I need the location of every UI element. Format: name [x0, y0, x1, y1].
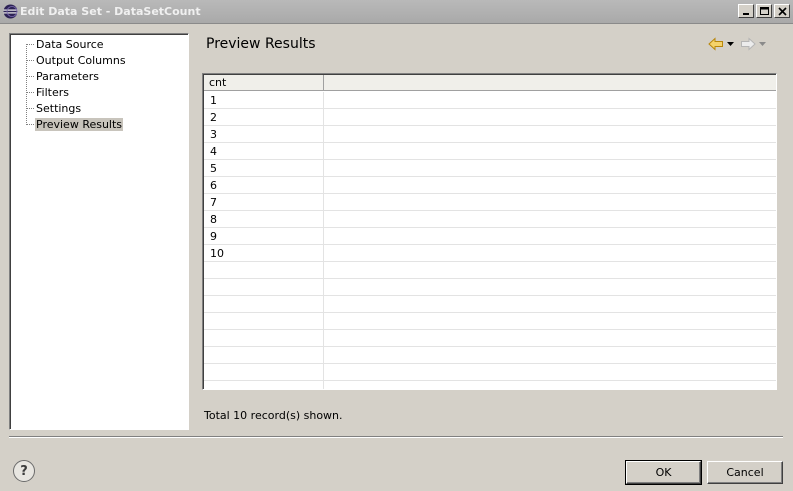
- tree-item-preview-results[interactable]: Preview Results: [26, 116, 124, 132]
- cell-cnt: 9: [204, 228, 324, 245]
- table-row[interactable]: [204, 330, 776, 347]
- table-row[interactable]: 3: [204, 126, 776, 143]
- close-button[interactable]: [774, 4, 790, 18]
- page-title: Preview Results: [206, 36, 316, 52]
- table-row[interactable]: 7: [204, 194, 776, 211]
- cell-cnt: [204, 364, 324, 381]
- table-row[interactable]: [204, 347, 776, 364]
- cancel-button[interactable]: Cancel: [707, 461, 783, 484]
- tree-item-label: Parameters: [36, 69, 99, 83]
- tree-item-label: Output Columns: [36, 53, 126, 67]
- tree-item-label: Filters: [36, 85, 69, 99]
- maximize-button[interactable]: [756, 4, 772, 18]
- back-dropdown-icon[interactable]: [726, 40, 734, 48]
- table-row[interactable]: [204, 296, 776, 313]
- cell-cnt: [204, 279, 324, 296]
- tree-item-settings[interactable]: Settings: [26, 100, 82, 116]
- table-row[interactable]: 4: [204, 143, 776, 160]
- help-icon: ?: [20, 463, 28, 479]
- tree-item-label: Data Source: [36, 37, 104, 51]
- column-header-cnt[interactable]: cnt: [204, 75, 324, 91]
- table-row[interactable]: 8: [204, 211, 776, 228]
- cell-cnt: [204, 347, 324, 364]
- table-row[interactable]: 1: [204, 92, 776, 109]
- cell-cnt: 3: [204, 126, 324, 143]
- record-count-status: Total 10 record(s) shown.: [204, 409, 343, 422]
- close-icon: [778, 7, 787, 16]
- tree-item-filters[interactable]: Filters: [26, 84, 70, 100]
- minimize-button[interactable]: [738, 4, 754, 18]
- page-navigation: [708, 36, 766, 52]
- tree-item-output-columns[interactable]: Output Columns: [26, 52, 127, 68]
- window-controls: [738, 4, 790, 18]
- table-row[interactable]: 9: [204, 228, 776, 245]
- forward-dropdown-icon: [758, 40, 766, 48]
- table-body: 1 2 3 4 5 6 7 8 9 10: [204, 92, 776, 389]
- cell-cnt: [204, 330, 324, 347]
- ok-button[interactable]: OK: [625, 460, 702, 485]
- maximize-icon: [760, 7, 769, 15]
- tree-branch-line: [26, 75, 34, 77]
- forward-arrow-icon: [741, 37, 756, 51]
- minimize-icon: [743, 13, 749, 15]
- tree-item-parameters[interactable]: Parameters: [26, 68, 100, 84]
- tree-branch-line: [26, 91, 34, 93]
- cell-cnt: 6: [204, 177, 324, 194]
- back-arrow-icon[interactable]: [708, 37, 724, 51]
- cell-cnt: 10: [204, 245, 324, 262]
- navigation-tree: Data Source Output Columns Parameters Fi…: [9, 33, 189, 430]
- table-row[interactable]: 10: [204, 245, 776, 262]
- tree-branch-line: [26, 107, 34, 109]
- cell-cnt: 1: [204, 92, 324, 109]
- dialog-separator: [9, 436, 783, 438]
- tree-item-label: Preview Results: [35, 117, 124, 131]
- table-row[interactable]: [204, 262, 776, 279]
- table-row[interactable]: [204, 313, 776, 330]
- tree-branch-line: [26, 43, 34, 45]
- cell-cnt: [204, 262, 324, 279]
- eclipse-icon: [3, 4, 18, 19]
- tree-branch-line: [26, 123, 34, 125]
- table-row[interactable]: 5: [204, 160, 776, 177]
- table-row[interactable]: [204, 381, 776, 389]
- help-button[interactable]: ?: [13, 460, 35, 482]
- cell-cnt: [204, 381, 324, 389]
- tree-item-data-source[interactable]: Data Source: [26, 36, 105, 52]
- results-table[interactable]: cnt 1 2 3 4 5 6 7 8 9 10: [202, 73, 777, 390]
- cell-cnt: 7: [204, 194, 324, 211]
- cell-cnt: [204, 313, 324, 330]
- table-row[interactable]: [204, 279, 776, 296]
- title-bar: Edit Data Set - DataSetCount: [0, 0, 793, 24]
- cell-cnt: 8: [204, 211, 324, 228]
- table-row[interactable]: 2: [204, 109, 776, 126]
- table-row[interactable]: 6: [204, 177, 776, 194]
- column-header-empty: [324, 75, 776, 91]
- cell-cnt: 4: [204, 143, 324, 160]
- cell-cnt: 5: [204, 160, 324, 177]
- window-title: Edit Data Set - DataSetCount: [20, 5, 201, 18]
- tree-item-label: Settings: [36, 101, 82, 115]
- tree-branch-line: [26, 59, 34, 61]
- table-row[interactable]: [204, 364, 776, 381]
- cell-cnt: 2: [204, 109, 324, 126]
- table-header: cnt: [204, 75, 776, 91]
- cell-cnt: [204, 296, 324, 313]
